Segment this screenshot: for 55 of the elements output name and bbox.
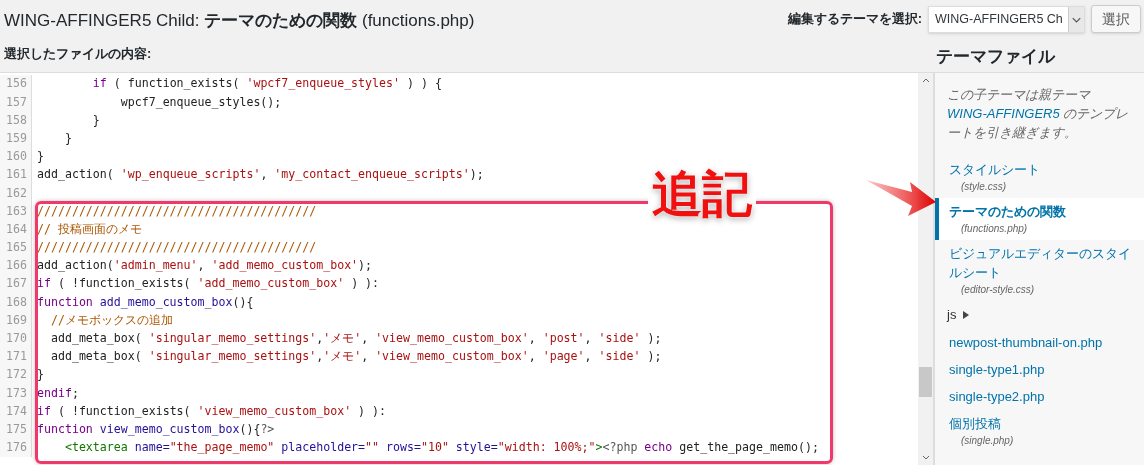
file-item[interactable]: テーマのための関数 (functions.php) xyxy=(935,198,1144,240)
line-number: 167 xyxy=(0,275,32,294)
code-line: } xyxy=(63,129,72,147)
scroll-up-icon xyxy=(921,76,930,84)
line-number: 163 xyxy=(0,202,32,221)
pointer-arrow xyxy=(866,178,936,216)
theme-select-label: 編集するテーマを選択: xyxy=(787,10,922,29)
code-line: //////////////////////////////////////// xyxy=(36,202,317,220)
code-line: } xyxy=(36,148,44,166)
content-label: 選択したファイルの内容: xyxy=(3,45,153,63)
annotation-label: 追記 xyxy=(648,169,756,219)
code-line: //メモボックスの追加 xyxy=(49,311,173,329)
code-line: add_action('admin_menu', 'add_memo_custom_box'); xyxy=(36,257,373,275)
scroll-down-icon xyxy=(921,454,930,462)
folder-item[interactable]: js xyxy=(935,301,1144,329)
code-line: endif; xyxy=(36,384,79,402)
code-line: add_meta_box( 'singular_memo_settings','メモ', 'view_memo_custom_box', 'post', 'side' ); xyxy=(49,330,662,347)
line-number: 174 xyxy=(0,402,32,421)
theme-select[interactable]: WING-AFFINGER5 Ch xyxy=(928,5,1085,33)
file-item[interactable]: 個別投稿 (single.php) xyxy=(935,409,1144,452)
file-item[interactable]: single-type1.php xyxy=(935,355,1144,383)
scroll-thumb[interactable] xyxy=(919,367,932,397)
line-number: 169 xyxy=(0,311,32,330)
code-line: // 投稿画面のメモ xyxy=(36,220,142,238)
parent-theme-link[interactable]: WING-AFFINGER5 xyxy=(947,106,1060,121)
line-number: 158 xyxy=(0,111,32,130)
code-line: add_action( 'wp_enqueue_scripts', 'my_contact_enqueue_scripts'); xyxy=(36,166,484,184)
dropdown-caret-icon xyxy=(1068,6,1084,32)
line-number: 168 xyxy=(0,293,32,312)
code-line: } xyxy=(91,111,100,129)
line-number: 173 xyxy=(0,384,32,403)
line-number: 172 xyxy=(0,366,32,385)
line-number: 162 xyxy=(0,184,32,203)
code-line: <textarea name="the_page_memo" placeholder="" rows="10" style="width: 100%;"><?php echo get_the_page_memo(); xyxy=(63,439,819,457)
code-line: //////////////////////////////////////// xyxy=(36,239,317,257)
inheritance-note: この子テーマは親テーマ WING-AFFINGER5 のテンプレートを引き継ぎます。 xyxy=(946,86,1130,142)
page-title: WING-AFFINGER5 Child: テーマのための関数 (functions.php) xyxy=(3,10,475,32)
caret-icon xyxy=(962,310,970,319)
code-line: } xyxy=(36,366,44,384)
sidebar-title: テーマファイル xyxy=(935,46,1057,68)
select-button[interactable]: 選択 xyxy=(1091,5,1141,33)
file-item[interactable]: newpost-thumbnail-on.php xyxy=(935,328,1144,356)
file-item[interactable]: スタイルシート (style.css) xyxy=(935,156,1144,198)
line-number: 156 xyxy=(0,75,32,94)
line-number: 157 xyxy=(0,93,32,112)
scrollbar[interactable] xyxy=(918,73,934,465)
file-item[interactable]: ビジュアルエディターのスタイルシート (editor-style.css) xyxy=(935,240,1144,301)
code-line: wpcf7_enqueue_styles(); xyxy=(119,93,282,111)
code-line: add_meta_box( 'singular_memo_settings','メモ', 'view_memo_custom_box', 'page', 'side' ); xyxy=(49,348,662,366)
code-line: if ( !function_exists( 'add_memo_custom_box' ) ): xyxy=(36,275,380,293)
code-line: if ( !function_exists( 'view_memo_custom_box' ) ): xyxy=(36,402,387,420)
code-line: function view_memo_custom_box(){?> xyxy=(36,420,275,438)
file-item[interactable]: single-type2.php xyxy=(935,382,1144,410)
code-line: function add_memo_custom_box(){ xyxy=(36,293,254,311)
code-line: if ( function_exists( 'wpcf7_enqueue_styles' ) ) { xyxy=(91,75,442,93)
